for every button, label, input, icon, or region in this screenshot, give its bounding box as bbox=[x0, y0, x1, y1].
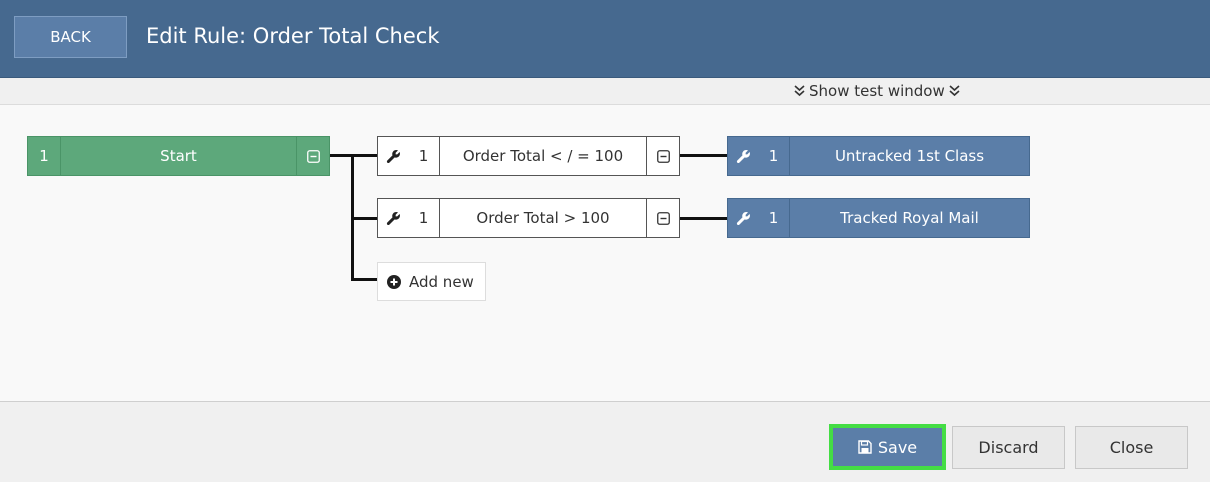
add-new-label: Add new bbox=[409, 272, 474, 291]
start-node-number: 1 bbox=[28, 137, 61, 175]
save-button-highlight: Save bbox=[829, 424, 946, 470]
collapse-icon bbox=[656, 149, 670, 163]
start-node[interactable]: 1 Start bbox=[27, 136, 330, 176]
floppy-disk-icon bbox=[858, 440, 872, 454]
collapse-button[interactable] bbox=[296, 137, 329, 175]
page-title: Edit Rule: Order Total Check bbox=[146, 24, 440, 48]
condition-label: Order Total > 100 bbox=[440, 199, 647, 237]
condition-node[interactable]: 1 Order Total < / = 100 bbox=[377, 136, 680, 176]
double-chevron-down-icon bbox=[949, 85, 960, 97]
double-chevron-down-icon bbox=[794, 85, 805, 97]
collapse-button[interactable] bbox=[647, 137, 679, 175]
action-number: 1 bbox=[758, 137, 790, 175]
collapse-button[interactable] bbox=[647, 199, 679, 237]
header-bar: BACK Edit Rule: Order Total Check bbox=[0, 0, 1210, 78]
show-test-window-link[interactable]: Show test window bbox=[794, 82, 960, 100]
condition-number: 1 bbox=[408, 199, 440, 237]
plus-circle-icon bbox=[387, 274, 401, 289]
connector-line bbox=[351, 278, 377, 281]
action-node[interactable]: 1 Tracked Royal Mail bbox=[727, 198, 1030, 238]
connector-line bbox=[351, 217, 377, 220]
wrench-icon[interactable] bbox=[728, 137, 758, 175]
save-label: Save bbox=[877, 437, 918, 457]
action-label: Tracked Royal Mail bbox=[840, 209, 979, 227]
footer-bar: Save Discard Close bbox=[0, 401, 1210, 482]
condition-label: Order Total < / = 100 bbox=[440, 137, 647, 175]
start-node-label: Start bbox=[160, 147, 197, 165]
action-label: Untracked 1st Class bbox=[834, 147, 985, 165]
rule-canvas: 1 Start 1 Order Total < / = 100 1 Order … bbox=[0, 105, 1210, 401]
wrench-icon[interactable] bbox=[378, 199, 408, 237]
add-new-button[interactable]: Add new bbox=[377, 262, 486, 301]
action-number: 1 bbox=[758, 199, 790, 237]
wrench-icon[interactable] bbox=[728, 199, 758, 237]
wrench-icon[interactable] bbox=[378, 137, 408, 175]
collapse-icon bbox=[306, 149, 320, 163]
condition-node[interactable]: 1 Order Total > 100 bbox=[377, 198, 680, 238]
connector-line bbox=[680, 154, 727, 157]
back-button[interactable]: BACK bbox=[14, 16, 127, 58]
save-button[interactable]: Save bbox=[833, 428, 942, 466]
show-test-window-label: Show test window bbox=[809, 82, 945, 100]
discard-button[interactable]: Discard bbox=[952, 426, 1065, 469]
close-button[interactable]: Close bbox=[1075, 426, 1188, 469]
collapse-icon bbox=[656, 211, 670, 225]
connector-line bbox=[680, 217, 727, 220]
condition-number: 1 bbox=[408, 137, 440, 175]
test-window-bar: Show test window bbox=[0, 78, 1210, 105]
action-node[interactable]: 1 Untracked 1st Class bbox=[727, 136, 1030, 176]
